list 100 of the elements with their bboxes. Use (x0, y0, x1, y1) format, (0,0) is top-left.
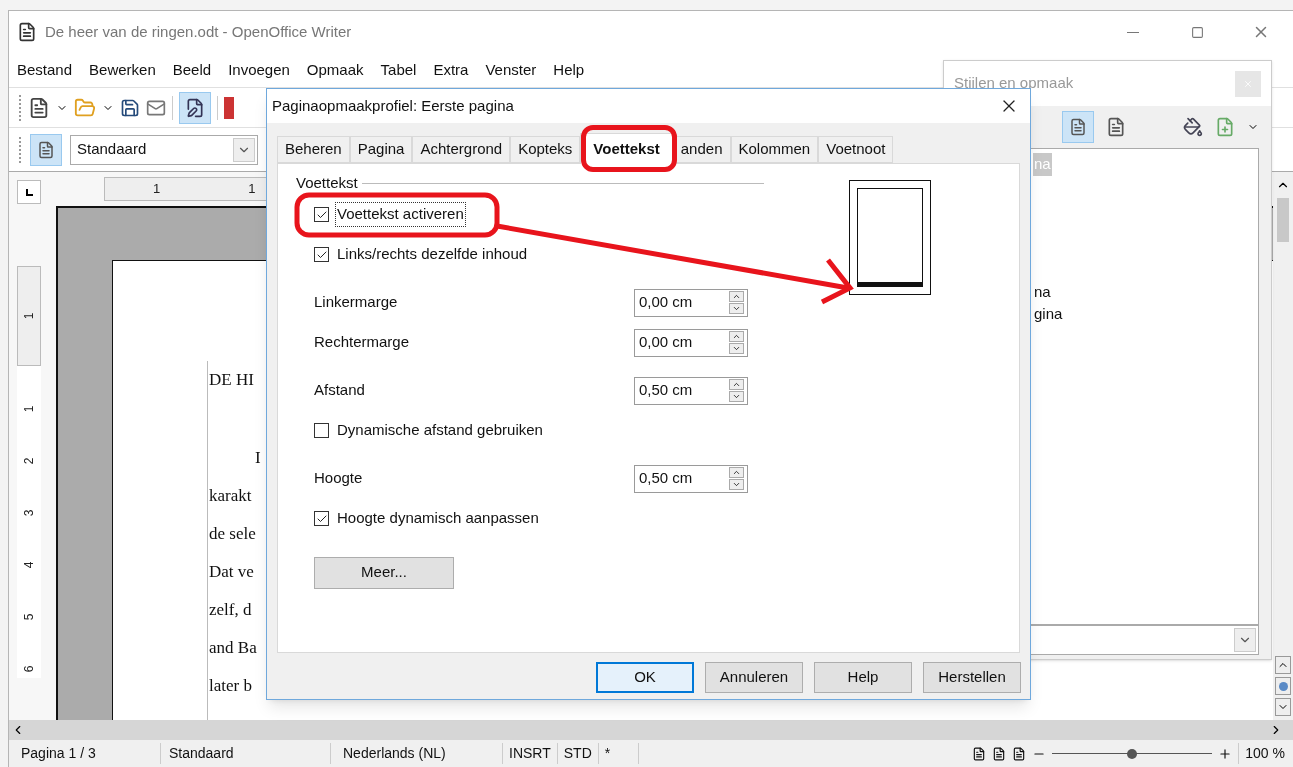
document-text: zelf, d (209, 599, 252, 621)
checkbox[interactable] (314, 423, 329, 438)
tab[interactable]: Achtergrond (412, 136, 511, 163)
vertical-ruler: 1 1 2 3 4 5 6 (17, 266, 41, 678)
style-item[interactable]: gina (1033, 303, 1064, 326)
tab-stop-button[interactable] (17, 180, 41, 204)
ruler-number: 4 (21, 561, 37, 569)
selection-mode[interactable]: STD (557, 743, 599, 764)
down-caret-icon (732, 304, 741, 313)
more-button[interactable]: Meer... (314, 556, 454, 589)
menu-item[interactable]: Invoegen (228, 58, 290, 82)
tab[interactable]: Voettekst (580, 133, 673, 164)
previous-page-button[interactable] (1275, 656, 1291, 674)
checkbox-label[interactable]: Links/rechts dezelfde inhoud (336, 243, 529, 266)
save-icon[interactable] (120, 97, 140, 118)
document-text: de sele (209, 523, 256, 545)
ruler-number: 5 (21, 613, 37, 621)
field-label: Afstand (314, 380, 366, 401)
menu-item[interactable]: Bestand (17, 58, 73, 82)
spin-up-button[interactable] (729, 379, 744, 390)
up-caret-icon (732, 292, 741, 301)
document-text: karakt (209, 485, 252, 507)
toolbar-grip (19, 136, 22, 163)
dialog-button[interactable]: Help (814, 662, 912, 693)
ruler-number: 2 (21, 457, 37, 465)
tab[interactable]: Beheren (277, 136, 350, 163)
maximize-icon (1190, 25, 1204, 39)
spin-up-button[interactable] (729, 331, 744, 342)
page-style: Standaard (161, 743, 331, 764)
spin-field[interactable]: 0,50 cm (634, 464, 748, 493)
toolbar-grip (19, 94, 22, 121)
minimize-icon (1127, 31, 1139, 33)
panel-title: Stijlen en opmaak (954, 73, 1074, 94)
document-text: later b (209, 675, 252, 697)
document-text: Dat ve (209, 561, 254, 583)
zoom-percentage: 100 % (1238, 743, 1293, 764)
up-caret-icon (732, 380, 741, 389)
checkbox[interactable] (314, 247, 329, 262)
menu-item[interactable]: Help (553, 58, 585, 82)
checkbox-label[interactable]: Hoogte dynamisch aanpassen (336, 507, 540, 530)
ruler-number: 3 (21, 509, 37, 517)
menu-item[interactable]: Beeld (172, 58, 212, 82)
insert-mode[interactable]: INSRT (503, 743, 558, 764)
tab[interactable]: Pagina (349, 136, 413, 163)
ruler-number: 6 (21, 665, 37, 673)
field-label: Linkermarge (314, 292, 399, 313)
checkbox-label[interactable]: Dynamische afstand gebruiken (336, 419, 544, 442)
dialog-button[interactable]: Herstellen (923, 662, 1021, 693)
window-title: De heer van de ringen.odt - OpenOffice Writer (45, 21, 352, 42)
next-page-button[interactable] (1275, 698, 1291, 716)
spin-down-button[interactable] (729, 303, 744, 314)
menu-item[interactable]: Bewerken (89, 58, 156, 82)
page-styles-button[interactable] (1062, 111, 1094, 143)
document-text: I (255, 447, 261, 469)
menu-item[interactable]: Opmaak (306, 58, 364, 82)
tab[interactable]: Voetnoot (818, 136, 894, 163)
dialog-title: Paginaopmaakprofiel: Eerste pagina (272, 95, 514, 116)
navigator-button[interactable] (1275, 677, 1291, 695)
down-caret-icon (732, 392, 741, 401)
pencil-document-icon (185, 97, 205, 118)
up-caret-icon (732, 468, 741, 477)
down-caret-icon (732, 344, 741, 353)
spin-field[interactable]: 0,00 cm (634, 328, 748, 357)
edit-mode-button[interactable] (179, 91, 211, 124)
spin-up-button[interactable] (729, 291, 744, 302)
checkbox[interactable] (314, 207, 329, 222)
style-item[interactable]: na (1033, 280, 1052, 303)
zoom-slider-thumb[interactable] (1127, 748, 1138, 759)
dialog-button[interactable]: OK (596, 662, 694, 693)
spin-up-button[interactable] (729, 467, 744, 478)
spin-down-button[interactable] (729, 343, 744, 354)
scrollbar-thumb[interactable] (1277, 198, 1289, 242)
document-text: DE HI (209, 369, 254, 391)
spin-field[interactable]: 0,50 cm (634, 376, 748, 405)
style-combobox[interactable]: Standaard (70, 134, 258, 165)
document-icon (37, 140, 55, 159)
menu-item[interactable]: Tabel (380, 58, 417, 82)
menu-item[interactable]: Venster (485, 58, 537, 82)
styles-button[interactable] (30, 133, 62, 166)
field-label: Hoogte (314, 468, 364, 489)
spin-down-button[interactable] (729, 391, 744, 402)
document-icon (17, 22, 37, 42)
spin-field[interactable]: 0,00 cm (634, 288, 748, 317)
down-caret-icon (732, 480, 741, 489)
page-indicator: Pagina 1 / 3 (9, 743, 161, 764)
checkbox-label[interactable]: Voettekst activeren (336, 203, 465, 226)
dialog-button[interactable]: Annuleren (705, 662, 803, 693)
up-caret-icon (732, 332, 741, 341)
zoom-in-icon[interactable] (1218, 746, 1233, 761)
new-document-icon[interactable] (28, 96, 50, 119)
ruler-number: 1 (21, 405, 37, 413)
document-icon (1069, 118, 1087, 136)
field-label: Rechtermarge (314, 332, 411, 353)
tab[interactable]: Kolommen (730, 136, 819, 163)
modified-indicator: * (598, 743, 639, 764)
document-text: and Ba (209, 637, 257, 659)
tab[interactable]: Kopteks (510, 136, 581, 163)
checkbox[interactable] (314, 511, 329, 526)
spin-down-button[interactable] (729, 479, 744, 490)
menu-item[interactable]: Extra (433, 58, 469, 82)
